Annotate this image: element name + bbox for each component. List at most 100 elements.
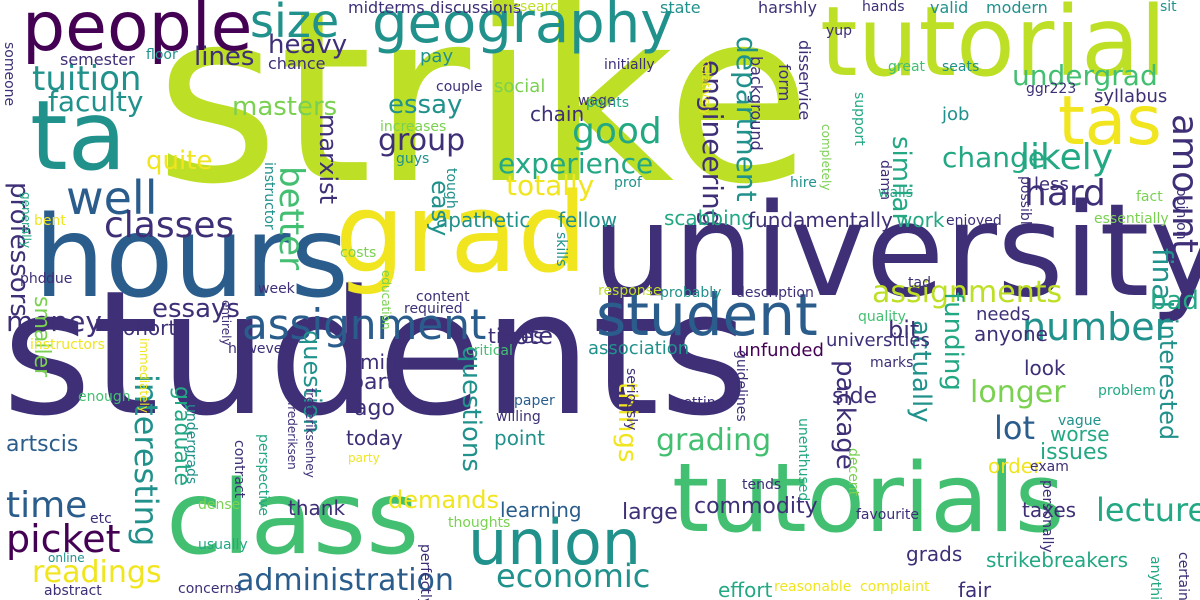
word-someone: someone <box>1 42 17 107</box>
word-disservice: disservice <box>795 40 814 121</box>
word-apathetic: apathetic <box>436 208 531 232</box>
word-enjoyed: enjoyed <box>946 213 1002 229</box>
word-lot: lot <box>994 409 1036 447</box>
word-concerns: concerns <box>178 581 242 597</box>
word-generally: generally <box>19 192 33 249</box>
word-less: less <box>1034 174 1069 195</box>
word-harshly: harshly <box>758 0 817 17</box>
word-abstract: abstract <box>44 583 102 599</box>
word-funding: funding <box>938 292 968 391</box>
word-etc: etc <box>90 511 112 527</box>
word-essay: essay <box>388 90 463 120</box>
word-support: support <box>851 92 867 146</box>
word-tends: tends <box>742 477 782 493</box>
word-faculty: faculty <box>48 85 144 118</box>
word-paper: paper <box>514 393 555 409</box>
word-learning: learning <box>500 498 582 522</box>
word-longer: longer <box>970 375 1066 410</box>
word-large: large <box>622 500 678 525</box>
word-unenthused: unenthused <box>795 418 811 502</box>
word-chance: chance <box>268 54 326 73</box>
word-modern: modern <box>986 0 1048 17</box>
word-response: response <box>598 283 662 299</box>
word-totally: totally <box>506 169 595 202</box>
word-tough: tough <box>443 168 459 209</box>
word-pay: pay <box>420 46 454 67</box>
word-skills: skills <box>553 232 569 267</box>
word-point: point <box>494 426 546 450</box>
word-completely: completely <box>819 124 833 191</box>
word-economic: economic <box>496 557 651 595</box>
word-online: online <box>48 551 85 565</box>
word-fact: fact <box>1136 189 1163 205</box>
word-personally: personally <box>1039 480 1055 553</box>
word-exam: exam <box>1030 459 1069 475</box>
word-ago: ago <box>354 396 395 421</box>
word-bent: bent <box>34 213 66 229</box>
word-great: great <box>888 59 926 75</box>
word-lecture: lecture <box>1096 491 1200 529</box>
word-seats: seats <box>942 59 980 75</box>
word-couple: couple <box>436 79 483 95</box>
word-state: state <box>660 0 701 17</box>
word-grading: grading <box>656 423 772 458</box>
word-social: social <box>494 76 546 97</box>
word-anything: anything <box>1147 556 1163 600</box>
word-complaint: complaint <box>860 579 930 595</box>
word-part: part <box>350 370 396 395</box>
word-background: background <box>747 56 766 151</box>
word-tad: tad <box>908 275 931 291</box>
word-scabbing: scabbing <box>664 206 754 230</box>
word-due: due <box>46 271 73 287</box>
word-frederiksen: frederiksen <box>285 402 299 470</box>
word-hands: hands <box>862 0 905 15</box>
word-side: side <box>832 384 878 409</box>
word-quite: quite <box>146 146 213 176</box>
word-frederiksenhey: frederiksenhey <box>303 388 317 478</box>
word-entirely: entirely <box>219 300 233 346</box>
word-thoughts: thoughts <box>448 515 511 531</box>
word-usually: usually <box>198 537 248 553</box>
word-today: today <box>346 426 403 450</box>
word-required: required <box>404 301 463 317</box>
word-party: party <box>348 451 380 465</box>
word-certainly: certainly <box>1175 552 1191 600</box>
word-instructors: instructors <box>30 337 105 353</box>
word-enough: enough <box>78 389 131 405</box>
word-guys: guys <box>396 151 430 167</box>
word-bad: bad <box>1150 286 1199 316</box>
word-better: better <box>271 166 311 271</box>
word-dense: dense <box>198 497 241 513</box>
word-essentially: essentially <box>1094 211 1169 227</box>
word-marxist: marxist <box>314 114 342 205</box>
word-job: job <box>942 104 970 125</box>
word-prof: prof <box>614 175 642 191</box>
word-fair: fair <box>958 578 992 600</box>
word-reasonable: reasonable <box>774 579 852 595</box>
word-chain: chain <box>530 102 585 126</box>
word-fellow: fellow <box>558 208 618 232</box>
word-association: association <box>588 338 690 359</box>
word-time: time <box>6 485 88 526</box>
word-look: look <box>1024 356 1066 380</box>
word-midterms: midterms <box>348 0 425 17</box>
word-thank: thank <box>288 496 346 520</box>
word-favourite: favourite <box>856 507 919 523</box>
word-strikebreakers: strikebreakers <box>986 548 1129 572</box>
word-sit: sit <box>1160 0 1177 15</box>
word-anyone: anyone <box>974 322 1048 346</box>
word-interested: interested <box>1154 318 1182 441</box>
word-artscis: artscis <box>6 432 79 457</box>
word-change: change <box>942 141 1046 174</box>
word-opinion: opinion <box>1173 188 1189 240</box>
word-questions: questions <box>456 346 486 472</box>
word-increases: increases <box>380 119 447 135</box>
word-cohort: cohort <box>112 316 177 340</box>
word-willing: willing <box>496 409 541 425</box>
word-semester: semester <box>60 50 135 69</box>
word-lines: lines <box>194 42 255 72</box>
word-decent: decent <box>845 448 861 497</box>
word-damn: damn <box>877 160 893 200</box>
word-week: week <box>258 281 295 297</box>
word-relatively: relatively <box>699 60 713 116</box>
